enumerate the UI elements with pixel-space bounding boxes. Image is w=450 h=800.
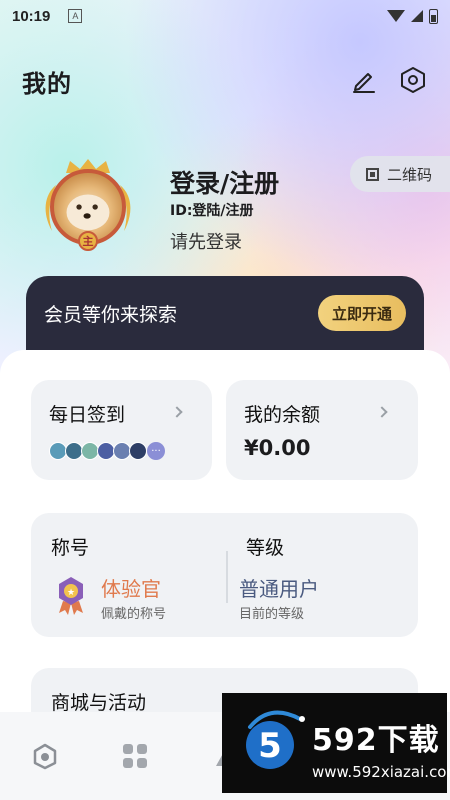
level-subtext: 目前的等级: [239, 607, 305, 622]
balance-title: 我的余额: [244, 404, 321, 426]
watermark: 5 592下载 www.592xiazai.com: [222, 693, 450, 793]
watermark-text: 592下载: [312, 723, 440, 758]
avatar-frame[interactable]: 主: [40, 159, 136, 255]
settings-hex-icon[interactable]: [399, 66, 427, 94]
level-label: 等级: [246, 537, 285, 559]
daily-checkin-card[interactable]: 每日签到 ···: [31, 380, 212, 480]
checkin-title: 每日签到: [49, 404, 126, 426]
notification-icon: A: [68, 9, 83, 23]
title-subtext: 佩戴的称号: [101, 607, 167, 622]
title-label: 称号: [51, 537, 90, 559]
signal-icon: [411, 10, 423, 22]
status-time: 10:19: [12, 7, 51, 25]
balance-card[interactable]: 我的余额 ¥0.00: [226, 380, 418, 480]
watermark-logo-icon: 5: [246, 710, 305, 769]
title-value: 体验官: [101, 577, 161, 601]
avatar-badge: 主: [78, 231, 98, 251]
login-hint: 请先登录: [170, 232, 242, 253]
qr-code-button[interactable]: 二维码: [350, 156, 450, 192]
login-register-link[interactable]: 登录/注册: [170, 164, 279, 200]
status-bar: 10:19 A: [0, 0, 450, 32]
status-right: [387, 8, 438, 24]
watermark-logo-digit: 5: [258, 726, 282, 766]
user-id: ID:登陆/注册: [170, 203, 254, 219]
vip-open-button[interactable]: 立即开通: [318, 295, 406, 331]
divider: [226, 551, 228, 603]
checkin-avatars: ···: [49, 442, 165, 460]
more-avatars-icon: ···: [147, 442, 165, 460]
medal-icon: ★: [59, 577, 83, 615]
chevron-right-icon: [376, 406, 388, 418]
svg-text:★: ★: [67, 588, 75, 598]
grid-apps-icon[interactable]: [121, 742, 149, 770]
balance-amount: ¥0.00: [244, 436, 311, 460]
home-icon[interactable]: [31, 742, 59, 770]
wifi-icon: [387, 10, 405, 22]
qr-code-icon: [366, 167, 379, 181]
chevron-right-icon: [171, 406, 183, 418]
battery-icon: [429, 8, 438, 24]
watermark-url: www.592xiazai.com: [312, 763, 450, 781]
qr-code-label: 二维码: [387, 165, 433, 184]
shop-title: 商城与活动: [51, 692, 147, 714]
title-level-card[interactable]: 称号 等级 ★ 体验官 佩戴的称号 普通用户 目前的等级: [31, 513, 418, 637]
edit-icon[interactable]: [350, 66, 378, 94]
vip-text: 会员等你来探索: [44, 304, 178, 326]
level-value: 普通用户: [239, 577, 319, 601]
page-title: 我的: [22, 70, 72, 98]
user-avatar-icon: [129, 442, 147, 460]
